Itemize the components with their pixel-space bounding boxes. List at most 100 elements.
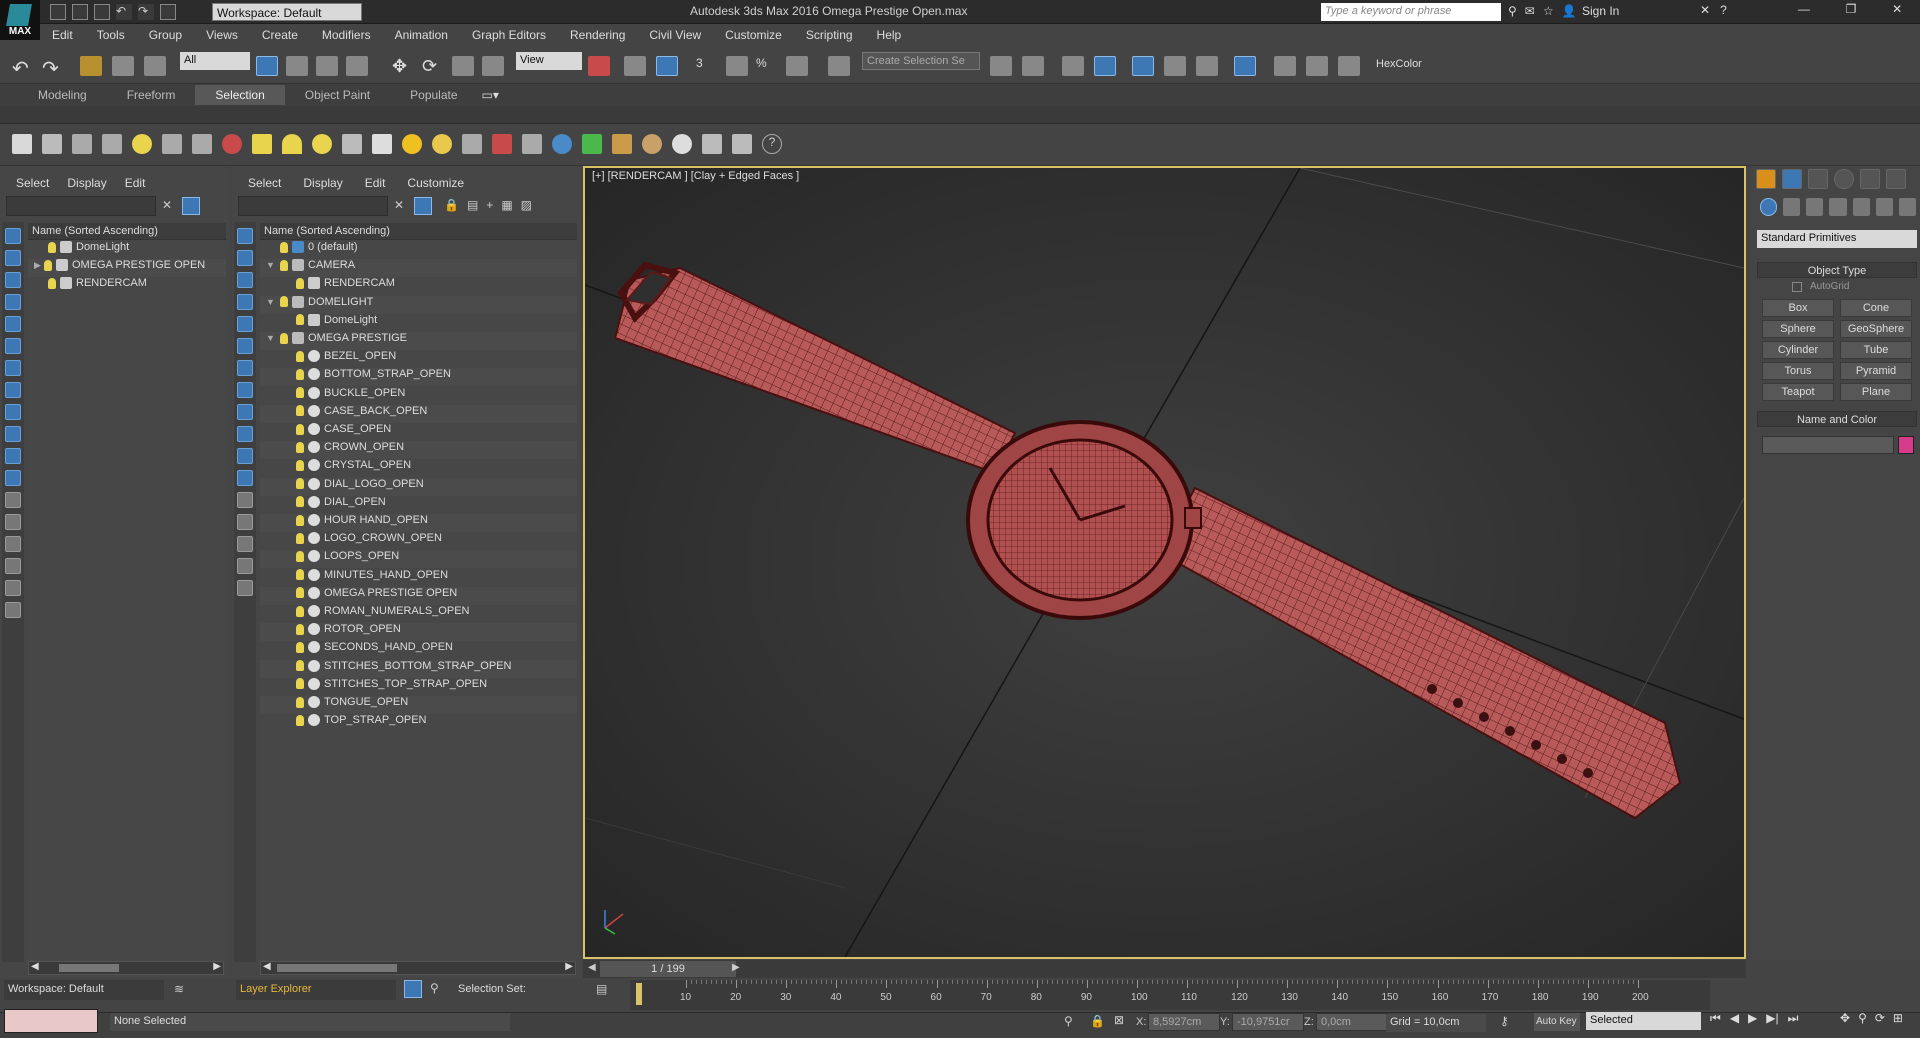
light-bulb-icon[interactable] (296, 459, 304, 471)
tab-object-paint[interactable]: Object Paint (285, 85, 390, 105)
set-key-icon[interactable]: ⚷ (1500, 1014, 1509, 1028)
scroll-right-icon[interactable]: ▶ (213, 961, 221, 972)
sync-selection-icon[interactable] (237, 580, 253, 596)
invert-display-icon[interactable] (5, 536, 21, 552)
tab-populate[interactable]: Populate (390, 85, 477, 105)
light-bulb-icon[interactable] (48, 241, 56, 253)
mini-curve-editor-icon[interactable]: ▤ (596, 982, 607, 996)
filter-icon[interactable] (237, 558, 253, 574)
scroll-left-icon[interactable]: ◀ (31, 961, 39, 972)
snaps-toggle-icon[interactable]: 3 (696, 56, 718, 76)
scale-icon[interactable] (452, 56, 474, 76)
layers-icon[interactable]: ≋ (174, 982, 184, 996)
reference-coordinate-select[interactable]: View (516, 52, 582, 70)
minimize-icon[interactable]: — (1798, 2, 1810, 22)
menu-help[interactable]: Help (865, 28, 914, 42)
primitive-category-select[interactable]: Standard Primitives (1757, 230, 1917, 248)
layer-explorer-toggle-icon[interactable] (404, 980, 422, 998)
light-bulb-icon[interactable] (296, 314, 304, 326)
scene-menu-edit[interactable]: Edit (125, 176, 146, 190)
undo-icon[interactable]: ↶ (12, 56, 34, 80)
collapse-icon[interactable]: ▼ (266, 297, 276, 307)
app-logo[interactable]: MAX (0, 0, 40, 40)
next-key-icon[interactable]: ▶| (1766, 1011, 1778, 1026)
tree-row[interactable]: ROMAN_NUMERALS_OPEN (260, 605, 577, 623)
light-bulb-icon[interactable] (296, 641, 304, 653)
selection-filter-select[interactable]: All (180, 52, 250, 70)
tree-row[interactable]: TONGUE_OPEN (260, 696, 577, 714)
bind-spacewarp-icon[interactable] (144, 56, 166, 76)
tree-row[interactable]: OMEGA PRESTIGE OPEN (260, 586, 577, 605)
maximize-viewport-icon[interactable]: ⊞ (1893, 1011, 1903, 1025)
tree-row[interactable]: DomeLight (260, 314, 577, 332)
tree-row[interactable]: BOTTOM_STRAP_OPEN (260, 368, 577, 387)
layer-menu-customize[interactable]: Customize (407, 176, 464, 190)
link-icon[interactable] (80, 56, 102, 76)
scroll-right-icon[interactable]: ▶ (565, 961, 573, 972)
sign-in-link[interactable]: Sign In (1582, 4, 1619, 18)
go-to-end-icon[interactable]: ⏭ (1788, 1011, 1799, 1026)
timeline-ruler[interactable]: 10 20 30 40 50 60 70 80 90 100 110 120 130 140 150 160 1… (630, 980, 1710, 1010)
tree-row[interactable]: ▼ DOMELIGHT (260, 295, 577, 314)
tree-row[interactable]: 0 (default) (260, 241, 577, 259)
workspace-selector[interactable]: Workspace: Default (4, 980, 164, 1000)
layer-menu-edit[interactable]: Edit (365, 176, 386, 190)
light-filter-icon[interactable] (5, 272, 21, 288)
redo-icon[interactable]: ↷ (42, 56, 64, 80)
open-file-icon[interactable] (72, 4, 88, 20)
helpers-category-icon[interactable] (1852, 198, 1870, 216)
particle-icon[interactable] (222, 134, 242, 154)
go-to-start-icon[interactable]: ⏮ (1710, 1011, 1721, 1026)
render-setup-icon[interactable] (1274, 56, 1296, 76)
light-bulb-icon[interactable] (296, 714, 304, 726)
scroll-thumb[interactable] (59, 964, 119, 972)
grid-icon[interactable] (102, 134, 122, 154)
tree-row[interactable]: CASE_OPEN (260, 423, 577, 441)
autogrid-checkbox[interactable] (1792, 282, 1802, 292)
auto-key-button[interactable]: Auto Key (1534, 1013, 1580, 1031)
new-file-icon[interactable] (50, 4, 66, 20)
save-file-icon[interactable] (94, 4, 110, 20)
material-ball-icon[interactable] (672, 134, 692, 154)
tree-row[interactable]: STITCHES_TOP_STRAP_OPEN (260, 678, 577, 696)
sync-selection-icon[interactable] (5, 580, 21, 596)
menu-civil-view[interactable]: Civil View (637, 28, 713, 42)
hidden-filter-icon[interactable] (5, 470, 21, 486)
select-manipulate-icon[interactable] (624, 56, 646, 76)
dome-icon[interactable] (282, 134, 302, 154)
light-bulb-icon[interactable] (48, 277, 56, 289)
display-tab-icon[interactable] (1860, 169, 1880, 189)
x-coordinate-field[interactable]: 8,5927cm (1148, 1013, 1220, 1031)
user-icon[interactable]: 👤 (1562, 4, 1577, 18)
create-tab-icon[interactable] (1756, 169, 1776, 189)
light-bulb-icon[interactable] (280, 259, 288, 271)
material-editor-icon[interactable] (1234, 56, 1256, 76)
isolate-icon[interactable]: ⚲ (1064, 1014, 1073, 1028)
tree-row[interactable]: ROTOR_OPEN (260, 623, 577, 642)
place-icon[interactable] (482, 56, 504, 76)
expand-icon[interactable]: ▶ (34, 260, 44, 271)
light-bulb-icon[interactable] (296, 496, 304, 508)
light-bulb-icon[interactable] (296, 569, 304, 581)
camera-filter-icon[interactable] (237, 294, 253, 310)
plant-icon[interactable] (582, 134, 602, 154)
modify-tab-icon[interactable] (1782, 169, 1802, 189)
binoculars-icon[interactable]: ⚲ (1508, 4, 1517, 18)
select-object-icon[interactable] (256, 56, 278, 76)
find-options-icon[interactable] (414, 197, 432, 215)
z-coordinate-field[interactable]: 0,0cm (1316, 1013, 1388, 1031)
layer-menu-select[interactable]: Select (248, 176, 281, 190)
light-bulb-icon[interactable] (296, 587, 304, 599)
torus-button[interactable]: Torus (1762, 362, 1834, 380)
camera-icon[interactable] (162, 134, 182, 154)
menu-modifiers[interactable]: Modifiers (310, 28, 383, 42)
frozen-filter-icon[interactable] (5, 448, 21, 464)
prev-frame-icon[interactable]: ◀ (588, 962, 596, 973)
tree-row[interactable]: STITCHES_BOTTOM_STRAP_OPEN (260, 659, 577, 678)
restore-icon[interactable]: ❐ (1846, 2, 1857, 22)
menu-views[interactable]: Views (194, 28, 250, 42)
geometry-category-icon[interactable] (1760, 198, 1778, 216)
hierarchy-icon[interactable]: ⚲ (430, 981, 439, 995)
tree-row[interactable]: CRYSTAL_OPEN (260, 459, 577, 477)
xref-filter-icon[interactable] (237, 382, 253, 398)
